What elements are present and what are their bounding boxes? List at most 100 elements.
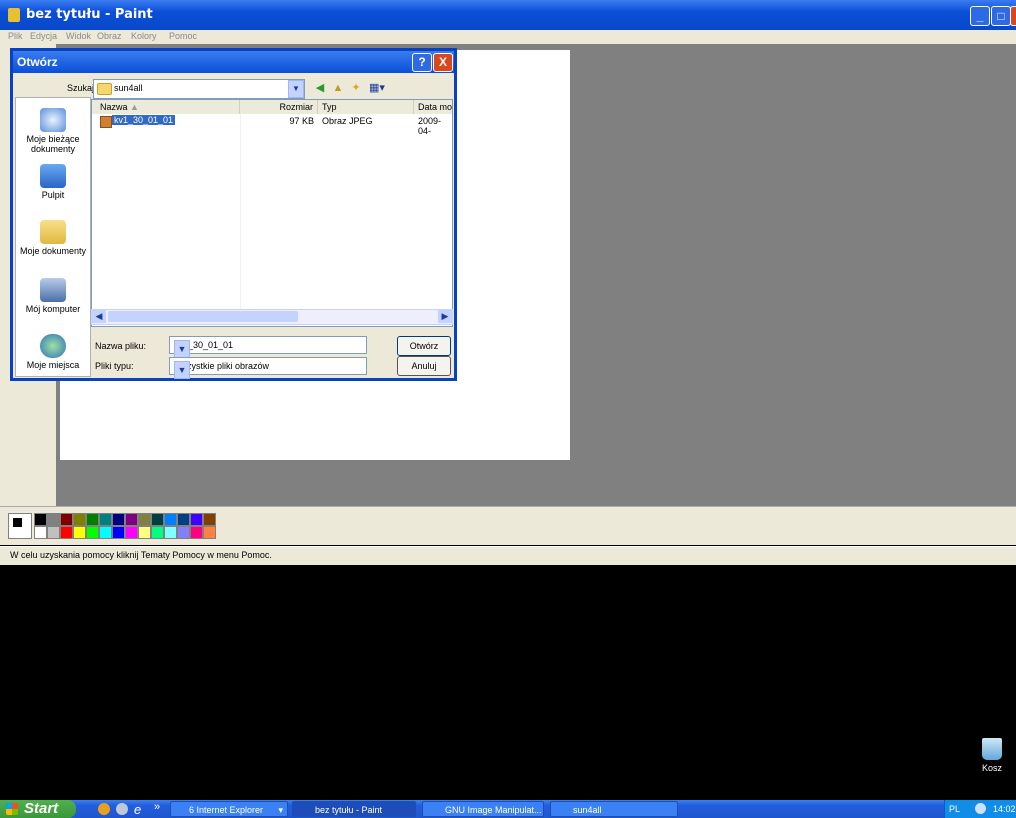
task-ie-label: 6 Internet Explorer [189, 805, 264, 815]
color-swatch[interactable] [164, 513, 177, 526]
color-swatch[interactable] [138, 526, 151, 539]
file-row[interactable]: kv1_30_01_01 97 KB Obraz JPEG 2009-04- [92, 114, 452, 136]
color-palette [0, 506, 1016, 545]
cancel-button[interactable]: Anuluj [397, 356, 451, 376]
recycle-bin[interactable]: Kosz [972, 738, 1012, 773]
task-paint-label: bez tytułu - Paint [315, 805, 383, 815]
view-menu-icon[interactable]: ▦▾ [367, 81, 387, 95]
clock[interactable]: 14:02 [993, 804, 1016, 814]
current-colors[interactable] [8, 513, 32, 539]
quicklaunch-more-icon[interactable]: » [154, 801, 160, 813]
color-swatch[interactable] [190, 526, 203, 539]
color-swatch[interactable] [73, 513, 86, 526]
jpeg-file-icon [100, 116, 112, 128]
paint-title-bar[interactable]: bez tytułu - Paint _ □ ✕ [0, 0, 1016, 30]
minimize-button[interactable]: _ [970, 6, 990, 26]
color-swatch[interactable] [112, 513, 125, 526]
language-indicator[interactable]: PL [949, 804, 960, 814]
scroll-thumb[interactable] [108, 311, 298, 322]
dialog-help-button[interactable]: ? [412, 53, 432, 72]
quicklaunch-ie-icon[interactable]: e [134, 802, 141, 817]
tray-volume-icon[interactable] [975, 803, 986, 814]
task-internet-explorer[interactable]: 6 Internet Explorer ▾ [170, 801, 288, 817]
filename-label: Nazwa pliku: [95, 341, 147, 351]
column-date[interactable]: Data mo [414, 100, 452, 114]
up-folder-icon[interactable]: ▲ [331, 81, 345, 95]
color-swatch[interactable] [151, 526, 164, 539]
task-gimp[interactable]: GNU Image Manipulat... [422, 801, 544, 817]
place-network[interactable]: Moje miejsca [16, 334, 90, 370]
quicklaunch-media-icon[interactable] [116, 803, 128, 815]
color-swatch[interactable] [112, 526, 125, 539]
dialog-title-bar[interactable]: Otwórz ? X [13, 51, 454, 73]
color-swatch[interactable] [86, 526, 99, 539]
close-paint-button[interactable]: ✕ [1010, 6, 1016, 26]
color-swatch[interactable] [151, 513, 164, 526]
scroll-right-icon[interactable]: ▶ [438, 310, 452, 323]
color-swatch[interactable] [99, 513, 112, 526]
open-dialog: Otwórz ? X Szukaj w: sun4all ▼ ◀ ▲ ✦ ▦▾ … [10, 48, 457, 381]
place-recent-label: Moje bieżące dokumenty [26, 134, 80, 154]
back-icon[interactable]: ◀ [313, 81, 327, 95]
filename-input[interactable]: kv1_30_01_01 ▼ [169, 336, 367, 358]
menu-file[interactable]: Plik [8, 31, 23, 41]
task-paint[interactable]: bez tytułu - Paint [292, 801, 416, 817]
look-in-value: sun4all [114, 83, 143, 93]
color-swatch[interactable] [177, 526, 190, 539]
filetype-select[interactable]: Wszystkie pliki obrazów ▼ [169, 357, 367, 379]
quicklaunch-firefox-icon[interactable] [98, 803, 110, 815]
color-swatch[interactable] [203, 526, 216, 539]
place-my-computer[interactable]: Mój komputer [16, 278, 90, 314]
horizontal-scrollbar[interactable]: ◀ ▶ [91, 309, 453, 325]
place-recent[interactable]: Moje bieżące dokumenty [16, 108, 90, 154]
network-places-icon [40, 334, 66, 358]
menu-image[interactable]: Obraz [97, 31, 122, 41]
menu-colors[interactable]: Kolory [131, 31, 157, 41]
color-swatch[interactable] [125, 526, 138, 539]
column-size[interactable]: Rozmiar [240, 100, 318, 114]
start-button[interactable]: Start [0, 800, 76, 818]
menu-bar: Plik Edycja Widok Obraz Kolory Pomoc [0, 30, 1016, 44]
windows-logo-icon [6, 803, 18, 815]
color-swatch[interactable] [86, 513, 99, 526]
color-swatch[interactable] [138, 513, 151, 526]
menu-view[interactable]: Widok [66, 31, 91, 41]
system-tray: PL 14:02 [944, 800, 1016, 818]
filename-history-dropdown-icon[interactable]: ▼ [174, 340, 190, 358]
open-button[interactable]: Otwórz [397, 336, 451, 356]
color-swatch[interactable] [60, 513, 73, 526]
color-swatch[interactable] [47, 513, 60, 526]
file-list[interactable]: Nazwa ▲ Rozmiar Typ Data mo kv1_30_01_01… [91, 99, 453, 327]
color-swatch[interactable] [99, 526, 112, 539]
maximize-button[interactable]: □ [991, 6, 1011, 26]
column-name[interactable]: Nazwa ▲ [92, 100, 240, 114]
menu-help[interactable]: Pomoc [169, 31, 197, 41]
new-folder-icon[interactable]: ✦ [349, 81, 363, 95]
sort-asc-icon: ▲ [130, 102, 139, 112]
color-swatch[interactable] [177, 513, 190, 526]
look-in-dropdown[interactable]: sun4all ▼ [93, 79, 305, 99]
color-swatch[interactable] [34, 526, 47, 539]
dialog-close-button[interactable]: X [433, 53, 453, 72]
paint-window-title: bez tytułu - Paint [26, 7, 153, 22]
color-swatch[interactable] [164, 526, 177, 539]
color-swatch[interactable] [73, 526, 86, 539]
filetype-label: Pliki typu: [95, 361, 134, 371]
color-swatch[interactable] [125, 513, 138, 526]
menu-edit[interactable]: Edycja [30, 31, 57, 41]
color-swatch[interactable] [203, 513, 216, 526]
place-my-documents[interactable]: Moje dokumenty [16, 220, 90, 256]
column-type[interactable]: Typ [318, 100, 414, 114]
dialog-title: Otwórz [17, 55, 58, 69]
filetype-chevron-down-icon[interactable]: ▼ [174, 361, 190, 379]
task-gimp-label: GNU Image Manipulat... [445, 805, 542, 815]
chevron-down-icon[interactable]: ▼ [288, 80, 304, 98]
color-swatch[interactable] [190, 513, 203, 526]
color-swatch[interactable] [47, 526, 60, 539]
place-desktop[interactable]: Pulpit [16, 164, 90, 200]
column-divider [240, 114, 241, 310]
color-swatch[interactable] [60, 526, 73, 539]
scroll-left-icon[interactable]: ◀ [92, 310, 106, 323]
color-swatch[interactable] [34, 513, 47, 526]
task-sun4all-folder[interactable]: sun4all [550, 801, 678, 817]
